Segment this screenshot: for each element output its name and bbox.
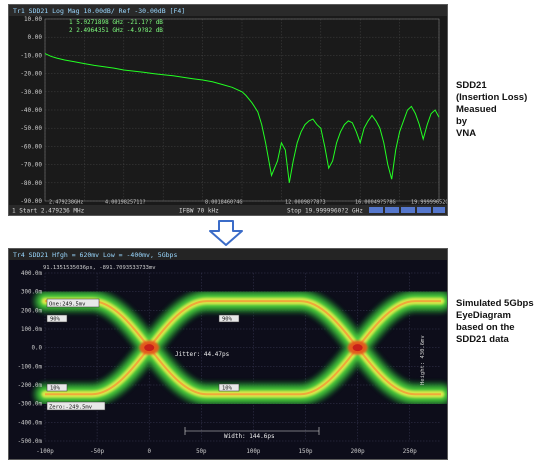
vna-header: Tr1 SDD21 Log Mag 10.00dB/ Ref -30.00dB … (13, 7, 185, 15)
eye-caption-line-2: EyeDiagram (456, 310, 511, 321)
eye-90pct-tag-right: 90% (218, 314, 240, 323)
eye-x-tick-label: 100p (246, 449, 260, 455)
eye-y-tick-label: 400.0m (21, 271, 42, 277)
eye-y-tick-label: -200.0m (18, 383, 43, 389)
eye-caption-line-4: SDD21 data (456, 334, 509, 345)
eye-x-tick-label: -50p (90, 449, 104, 455)
eye-level-low-tag: Zero:-249.5mv (46, 401, 106, 411)
eye-caption-line-3: based on the (456, 322, 515, 333)
eye-level-high: One:249.5mv (49, 302, 86, 308)
vna-y-tick-label: -20.00 (20, 71, 42, 78)
vna-chart: Tr1 SDD21 Log Mag 10.00dB/ Ref -30.00dB … (9, 5, 448, 215)
vna-x-tick-label: 19.99999652G (411, 200, 447, 206)
eye-x-tick-label: 0 (147, 449, 151, 455)
eye-height-label: Height: 430.6mv (420, 335, 426, 385)
eye-x-tick-label: 250p (403, 449, 417, 455)
eye-y-tick-label: 100.0m (21, 327, 42, 333)
vna-y-tick-label: -80.00 (20, 180, 42, 187)
vna-y-tick-label: 10.00 (24, 16, 42, 23)
vna-marker-1: 1 5.0271898 GHz -21.1?? dB (69, 19, 163, 26)
vna-status-icons (369, 207, 445, 213)
eye-caption-line-1: Simulated 5Gbps (456, 298, 534, 309)
eye-crossing-core (352, 344, 363, 352)
vna-y-tick-label: -50.00 (20, 125, 42, 132)
vna-caption-line-1: SDD21 (456, 80, 487, 91)
eye-y-tick-label: 200.0m (21, 308, 42, 314)
vna-caption-line-3: Measued (456, 104, 497, 115)
vna-x-tick-label: 4.0019825711? (105, 200, 146, 206)
eye-y-tick-label: -500.0m (18, 439, 43, 445)
down-arrow-icon (209, 220, 243, 246)
vna-y-tick-label: -70.00 (20, 162, 42, 169)
eye-90pct-left: 90% (50, 317, 61, 323)
eye-level-low: Zero:-249.5mv (49, 405, 93, 411)
vna-status-stop: Stop 19.9999960?2 GHz (287, 208, 363, 215)
eye-chart: Tr4 SDD21 Hfgh = 620mv Low = -400mv, 5Gb… (9, 249, 453, 459)
eye-10pct-tag-right: 10% (218, 383, 240, 392)
vna-x-tick-label: 2.479238GHz (49, 200, 83, 206)
vna-marker-2: 2 2.4964351 GHz -4.9?82 dB (69, 27, 163, 34)
vna-caption-line-4: by (456, 116, 468, 127)
eye-x-tick-label: 50p (196, 449, 207, 455)
eye-width-label: Width: 144.6ps (224, 433, 275, 440)
eye-jitter-label: Jitter: 44.47ps (175, 351, 230, 358)
eye-caption: Simulated 5Gbps EyeDiagram based on the … (456, 298, 536, 346)
eye-y-tick-label: 0.0 (32, 346, 43, 352)
eye-90pct-tag-left: 90% (46, 314, 68, 323)
vna-y-tick-label: -10.00 (20, 52, 42, 59)
vna-y-tick-label: 0.00 (28, 34, 43, 41)
vna-y-tick-label: -90.00 (20, 198, 42, 205)
vna-x-tick-label: 12.00098?78?3 (285, 200, 326, 206)
eye-header: Tr4 SDD21 Hfgh = 620mv Low = -400mv, 5Gb… (13, 251, 177, 259)
eye-level-high-tag: One:249.5mv (46, 298, 100, 308)
eye-10pct-right: 10% (222, 386, 233, 392)
vna-panel: Tr1 SDD21 Log Mag 10.00dB/ Ref -30.00dB … (8, 4, 448, 216)
eye-y-tick-label: -400.0m (18, 420, 43, 426)
eye-90pct-right: 90% (222, 317, 233, 323)
eye-y-tick-label: 300.0m (21, 290, 42, 296)
eye-x-tick-label: 200p (351, 449, 365, 455)
vna-caption: SDD21 (Insertion Loss) Measued by VNA (456, 80, 534, 140)
vna-y-tick-label: -40.00 (20, 107, 42, 114)
vna-caption-line-2: (Insertion Loss) (456, 92, 528, 103)
eye-marker-readout: 91.1351535036ps, -891.7093533733mv (43, 265, 156, 271)
vna-y-tick-label: -60.00 (20, 143, 42, 150)
vna-status-start: 1 Start 2.479236 MHz (12, 208, 85, 215)
eye-panel: Tr4 SDD21 Hfgh = 620mv Low = -400mv, 5Gb… (8, 248, 453, 460)
vna-caption-line-5: VNA (456, 128, 477, 139)
eye-10pct-left: 10% (50, 386, 61, 392)
eye-x-tick-label: 150p (299, 449, 313, 455)
eye-y-tick-label: -300.0m (18, 402, 43, 408)
eye-x-tick-label: -100p (36, 449, 54, 455)
vna-y-tick-label: -30.00 (20, 89, 42, 96)
vna-x-tick-label: 8.0018460?4G (205, 200, 242, 206)
vna-x-tick-label: 16.00049?5?8G (355, 200, 396, 206)
vna-status-ifbw: IFBW 70 kHz (179, 208, 219, 215)
eye-y-tick-label: -100.0m (18, 364, 43, 370)
eye-10pct-tag-left: 10% (46, 383, 68, 392)
eye-crossing-core (144, 344, 155, 352)
